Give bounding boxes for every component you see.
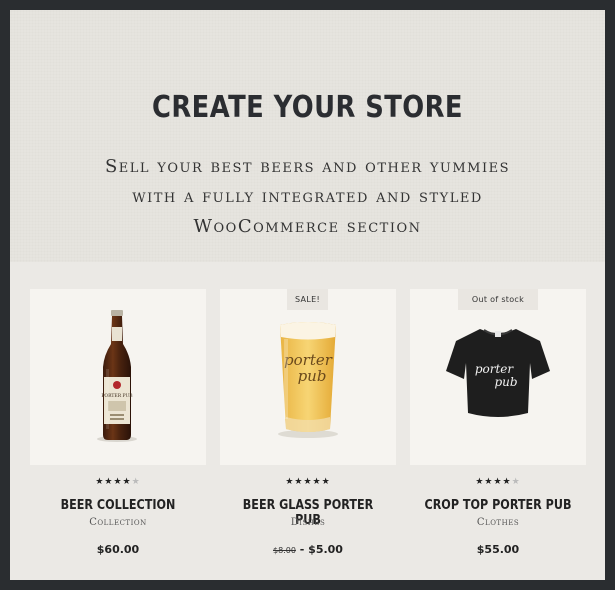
- hero-title: CREATE YOUR STORE: [151, 90, 463, 125]
- star-icon: ★★★★: [475, 477, 512, 487]
- hero-subtitle-line-2: with a fully integrated and styled: [132, 186, 483, 207]
- crop-top-image: porter pub: [446, 329, 550, 417]
- beer-bottle-image: PORTER PUB: [97, 310, 137, 442]
- rating-stars: ★★★★★: [220, 477, 396, 487]
- hero-subtitle-line-3: WooCommerce section: [193, 216, 422, 237]
- out-of-stock-badge: Out of stock: [458, 289, 538, 310]
- product-card-beer-glass[interactable]: porter pub SALE! ★★★★★ BEER GLASS PORTER…: [220, 289, 396, 575]
- product-grid: PORTER PUB ★★★★★ BEER COLLECTION Collect…: [10, 262, 605, 580]
- product-category[interactable]: Collection: [30, 517, 206, 528]
- star-icon: ★★★★: [95, 477, 132, 487]
- product-price: $60.00: [96, 543, 140, 556]
- shirt-logo-text-2: pub: [494, 375, 517, 389]
- product-card-crop-top[interactable]: porter pub Out of stock ★★★★★ CROP TOP P…: [410, 289, 586, 575]
- star-empty-icon: ★: [511, 477, 521, 487]
- rating-stars: ★★★★★: [30, 477, 206, 487]
- product-image-beer-glass[interactable]: porter pub: [220, 289, 396, 465]
- product-name[interactable]: CROP TOP PORTER PUB: [422, 498, 573, 513]
- star-empty-icon: ★: [131, 477, 141, 487]
- product-price: $8.00 - $5.00: [220, 543, 396, 556]
- rating-stars: ★★★★★: [410, 477, 586, 487]
- shirt-logo-text-1: porter: [475, 362, 515, 376]
- product-image-crop-top[interactable]: porter pub: [410, 289, 586, 465]
- beer-glass-image: porter pub: [278, 322, 338, 438]
- glass-logo-text-2: pub: [298, 367, 327, 385]
- product-card-beer-collection[interactable]: PORTER PUB ★★★★★ BEER COLLECTION Collect…: [30, 289, 206, 575]
- product-category[interactable]: Dishes: [220, 517, 396, 528]
- product-category[interactable]: Clothes: [410, 517, 586, 528]
- price-separator: -: [295, 543, 309, 556]
- old-price: $8.00: [273, 546, 296, 555]
- product-image-beer-bottle[interactable]: PORTER PUB: [30, 289, 206, 465]
- page-frame: CREATE YOUR STORE Sell your best beers a…: [10, 10, 605, 580]
- sale-price: $5.00: [308, 543, 343, 556]
- sale-badge: SALE!: [287, 289, 328, 310]
- hero-section: CREATE YOUR STORE Sell your best beers a…: [10, 10, 605, 262]
- hero-subtitle-line-1: Sell your best beers and other yummies: [104, 156, 511, 177]
- star-icon: ★★★★★: [285, 477, 331, 487]
- product-name[interactable]: BEER COLLECTION: [42, 498, 193, 513]
- product-price: $55.00: [476, 543, 520, 556]
